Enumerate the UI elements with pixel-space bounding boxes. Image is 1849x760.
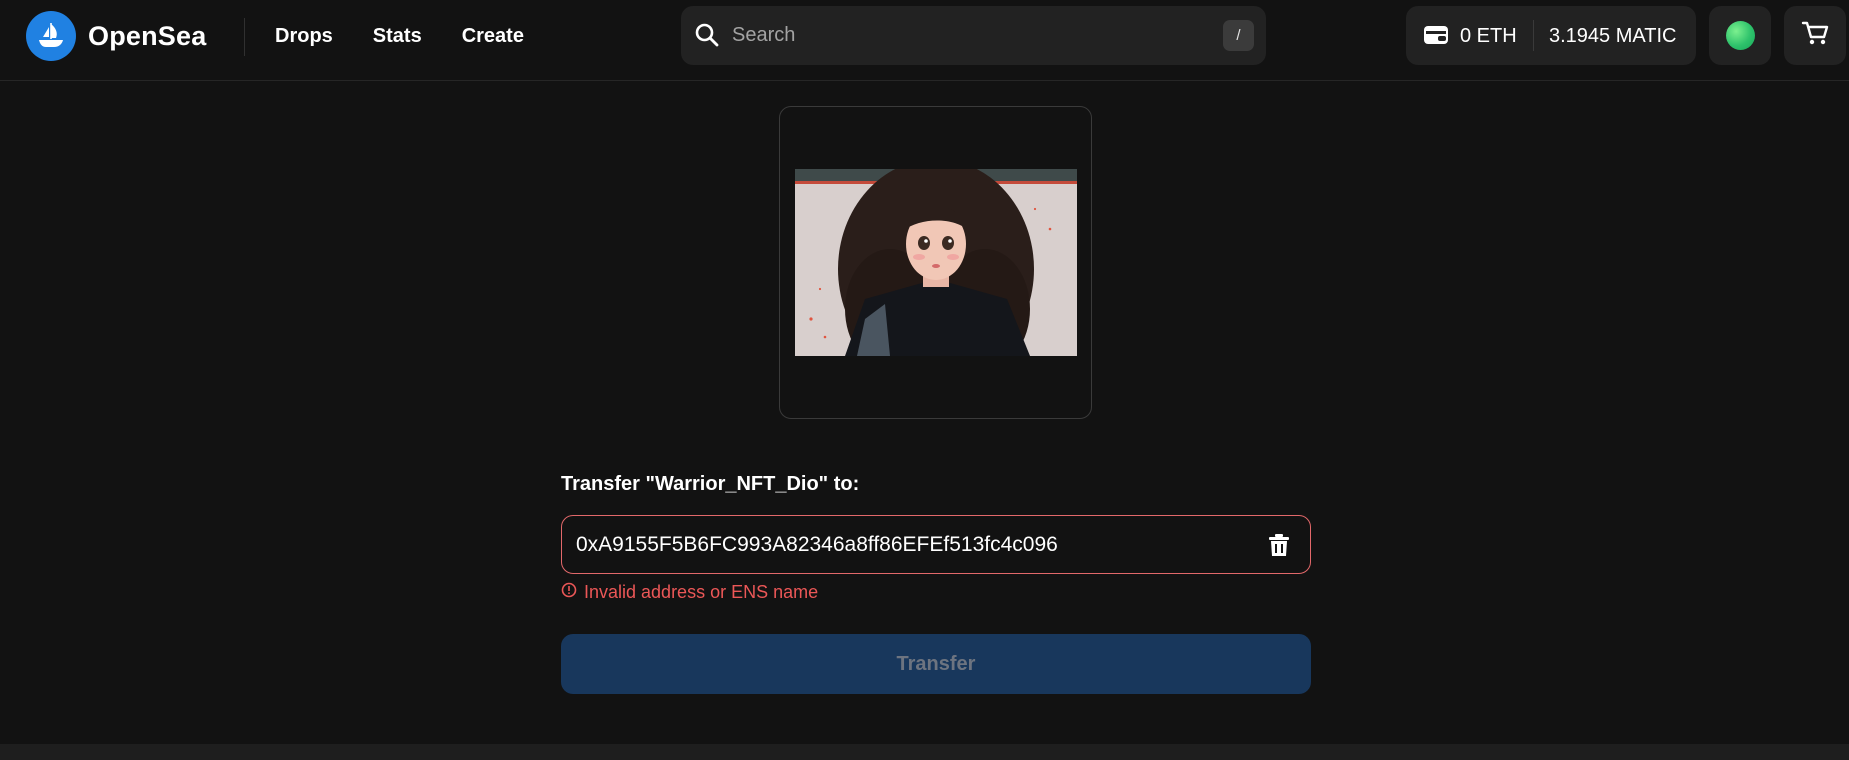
transfer-button[interactable]: Transfer	[561, 634, 1311, 694]
trash-icon[interactable]	[1268, 533, 1290, 562]
wallet-icon	[1423, 23, 1449, 52]
nav-item-drops[interactable]: Drops	[275, 22, 333, 50]
search-bar[interactable]: /	[681, 6, 1266, 65]
avatar	[1725, 21, 1755, 50]
search-input[interactable]	[732, 18, 1192, 52]
nft-preview-card	[779, 106, 1092, 419]
nft-image	[795, 169, 1077, 356]
address-field	[561, 515, 1311, 574]
address-error: Invalid address or ENS name	[561, 581, 818, 603]
matic-balance: 3.1945 MATIC	[1549, 25, 1677, 47]
header-divider	[244, 18, 245, 56]
cart-icon	[1801, 19, 1829, 52]
error-message: Invalid address or ENS name	[584, 582, 819, 602]
profile-button[interactable]	[1709, 6, 1771, 65]
nav-item-stats[interactable]: Stats	[373, 22, 422, 50]
top-navigation-bar: OpenSea Drops Stats Create / 0 ETH 3.194…	[0, 0, 1849, 81]
eth-balance: 0 ETH	[1460, 25, 1517, 47]
wallet-balance-button[interactable]: 0 ETH 3.1945 MATIC	[1406, 6, 1696, 65]
brand-name: OpenSea	[88, 20, 207, 51]
main-nav: Drops Stats Create	[275, 22, 524, 50]
opensea-logo-icon	[26, 11, 76, 61]
nav-item-create[interactable]: Create	[462, 22, 524, 50]
footer-band	[0, 744, 1849, 760]
error-circle-icon	[561, 582, 577, 603]
recipient-address-input[interactable]	[576, 528, 1236, 562]
opensea-logo-link[interactable]: OpenSea	[26, 11, 206, 61]
wallet-divider	[1533, 20, 1534, 51]
search-shortcut-key: /	[1223, 20, 1254, 51]
cart-button[interactable]	[1784, 6, 1846, 65]
search-icon	[694, 22, 720, 53]
transfer-label: Transfer "Warrior_NFT_Dio" to:	[561, 473, 860, 495]
